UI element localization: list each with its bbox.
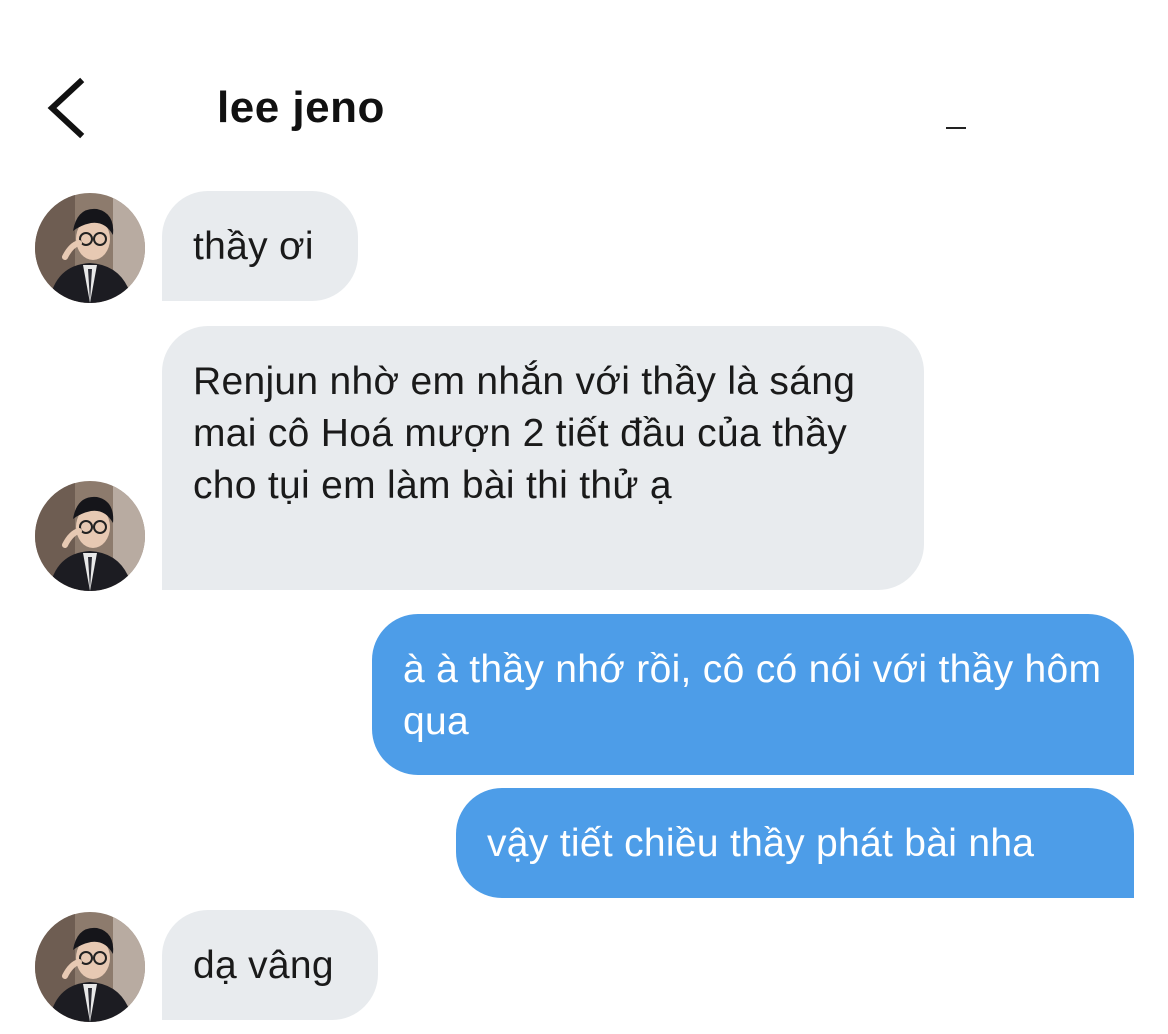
avatar-image bbox=[35, 193, 145, 303]
back-button[interactable] bbox=[40, 72, 96, 144]
message-text: vậy tiết chiều thầy phát bài nha bbox=[487, 822, 1035, 865]
message-bubble-incoming[interactable]: thầy ơi bbox=[162, 191, 358, 301]
message-bubble-outgoing[interactable]: à à thầy nhớ rồi, cô có nói với thầy hôm… bbox=[372, 614, 1134, 775]
avatar[interactable] bbox=[35, 912, 145, 1022]
avatar-image bbox=[35, 912, 145, 1022]
header-divider bbox=[946, 127, 966, 129]
message-bubble-incoming[interactable]: dạ vâng bbox=[162, 910, 378, 1020]
avatar-image bbox=[35, 481, 145, 591]
message-text: à à thầy nhớ rồi, cô có nói với thầy hôm… bbox=[403, 648, 1102, 743]
message-text: Renjun nhờ em nhắn với thầy là sáng mai … bbox=[193, 360, 856, 507]
message-bubble-incoming[interactable]: Renjun nhờ em nhắn với thầy là sáng mai … bbox=[162, 326, 924, 590]
contact-name: lee jeno bbox=[217, 83, 385, 132]
message-text: thầy ơi bbox=[193, 225, 314, 268]
avatar[interactable] bbox=[35, 193, 145, 303]
avatar[interactable] bbox=[35, 481, 145, 591]
message-text: dạ vâng bbox=[193, 944, 334, 987]
chevron-left-icon bbox=[47, 77, 85, 139]
message-bubble-outgoing[interactable]: vậy tiết chiều thầy phát bài nha bbox=[456, 788, 1134, 898]
